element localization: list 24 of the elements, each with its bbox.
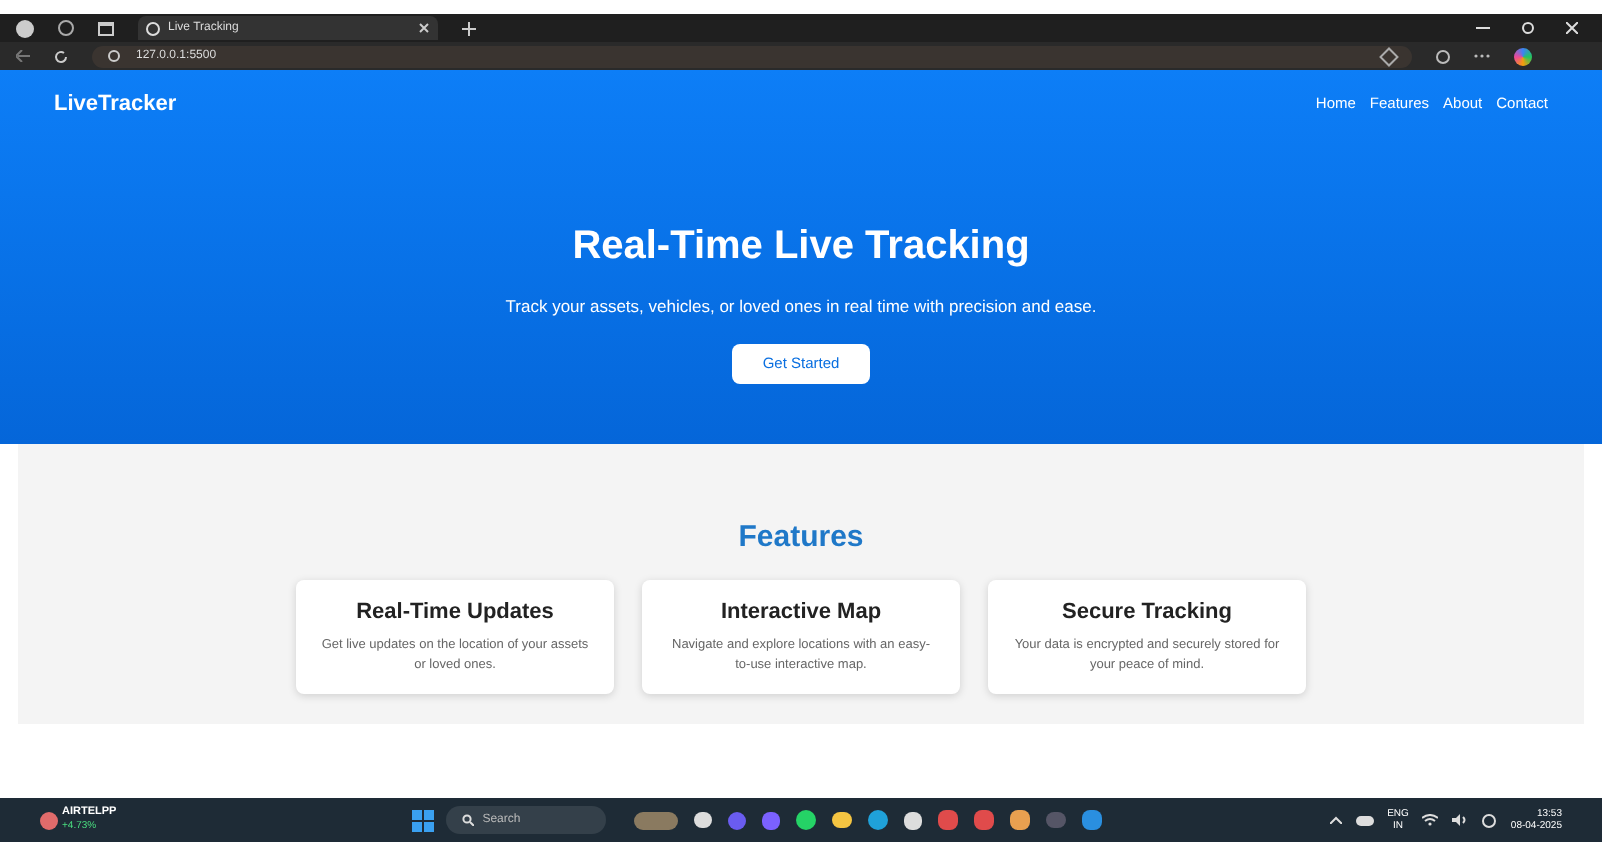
app-icon[interactable] [1010, 810, 1031, 830]
app-icon[interactable] [974, 810, 995, 830]
close-icon[interactable] [418, 22, 430, 34]
card-title: Real-Time Updates [356, 597, 554, 627]
minimize-icon[interactable] [1476, 26, 1490, 30]
features-title: Features [738, 518, 864, 558]
hero-title: Real-Time Live Tracking [572, 222, 1030, 270]
card-title: Interactive Map [720, 597, 882, 627]
brand-logo[interactable]: LiveTracker [54, 87, 177, 121]
card-title: Secure Tracking [1062, 597, 1232, 627]
hero-subtitle: Track your assets, vehicles, or loved ones in real time with precision and ease. [505, 294, 1097, 320]
close-icon[interactable] [1566, 22, 1578, 34]
wifi-icon[interactable] [1422, 814, 1439, 826]
stock-icon [40, 811, 58, 829]
start-icon[interactable] [412, 809, 435, 831]
app-icon[interactable] [938, 810, 959, 830]
search-icon [462, 814, 475, 826]
tab-actions-icon[interactable] [98, 21, 114, 35]
profile-icon[interactable] [16, 19, 34, 37]
speaker-icon[interactable] [1452, 814, 1469, 826]
back-arrow-icon[interactable] [16, 50, 30, 62]
new-tab-icon[interactable] [462, 21, 476, 35]
reload-icon[interactable] [54, 49, 68, 63]
chevron-up-icon[interactable] [1329, 816, 1342, 824]
